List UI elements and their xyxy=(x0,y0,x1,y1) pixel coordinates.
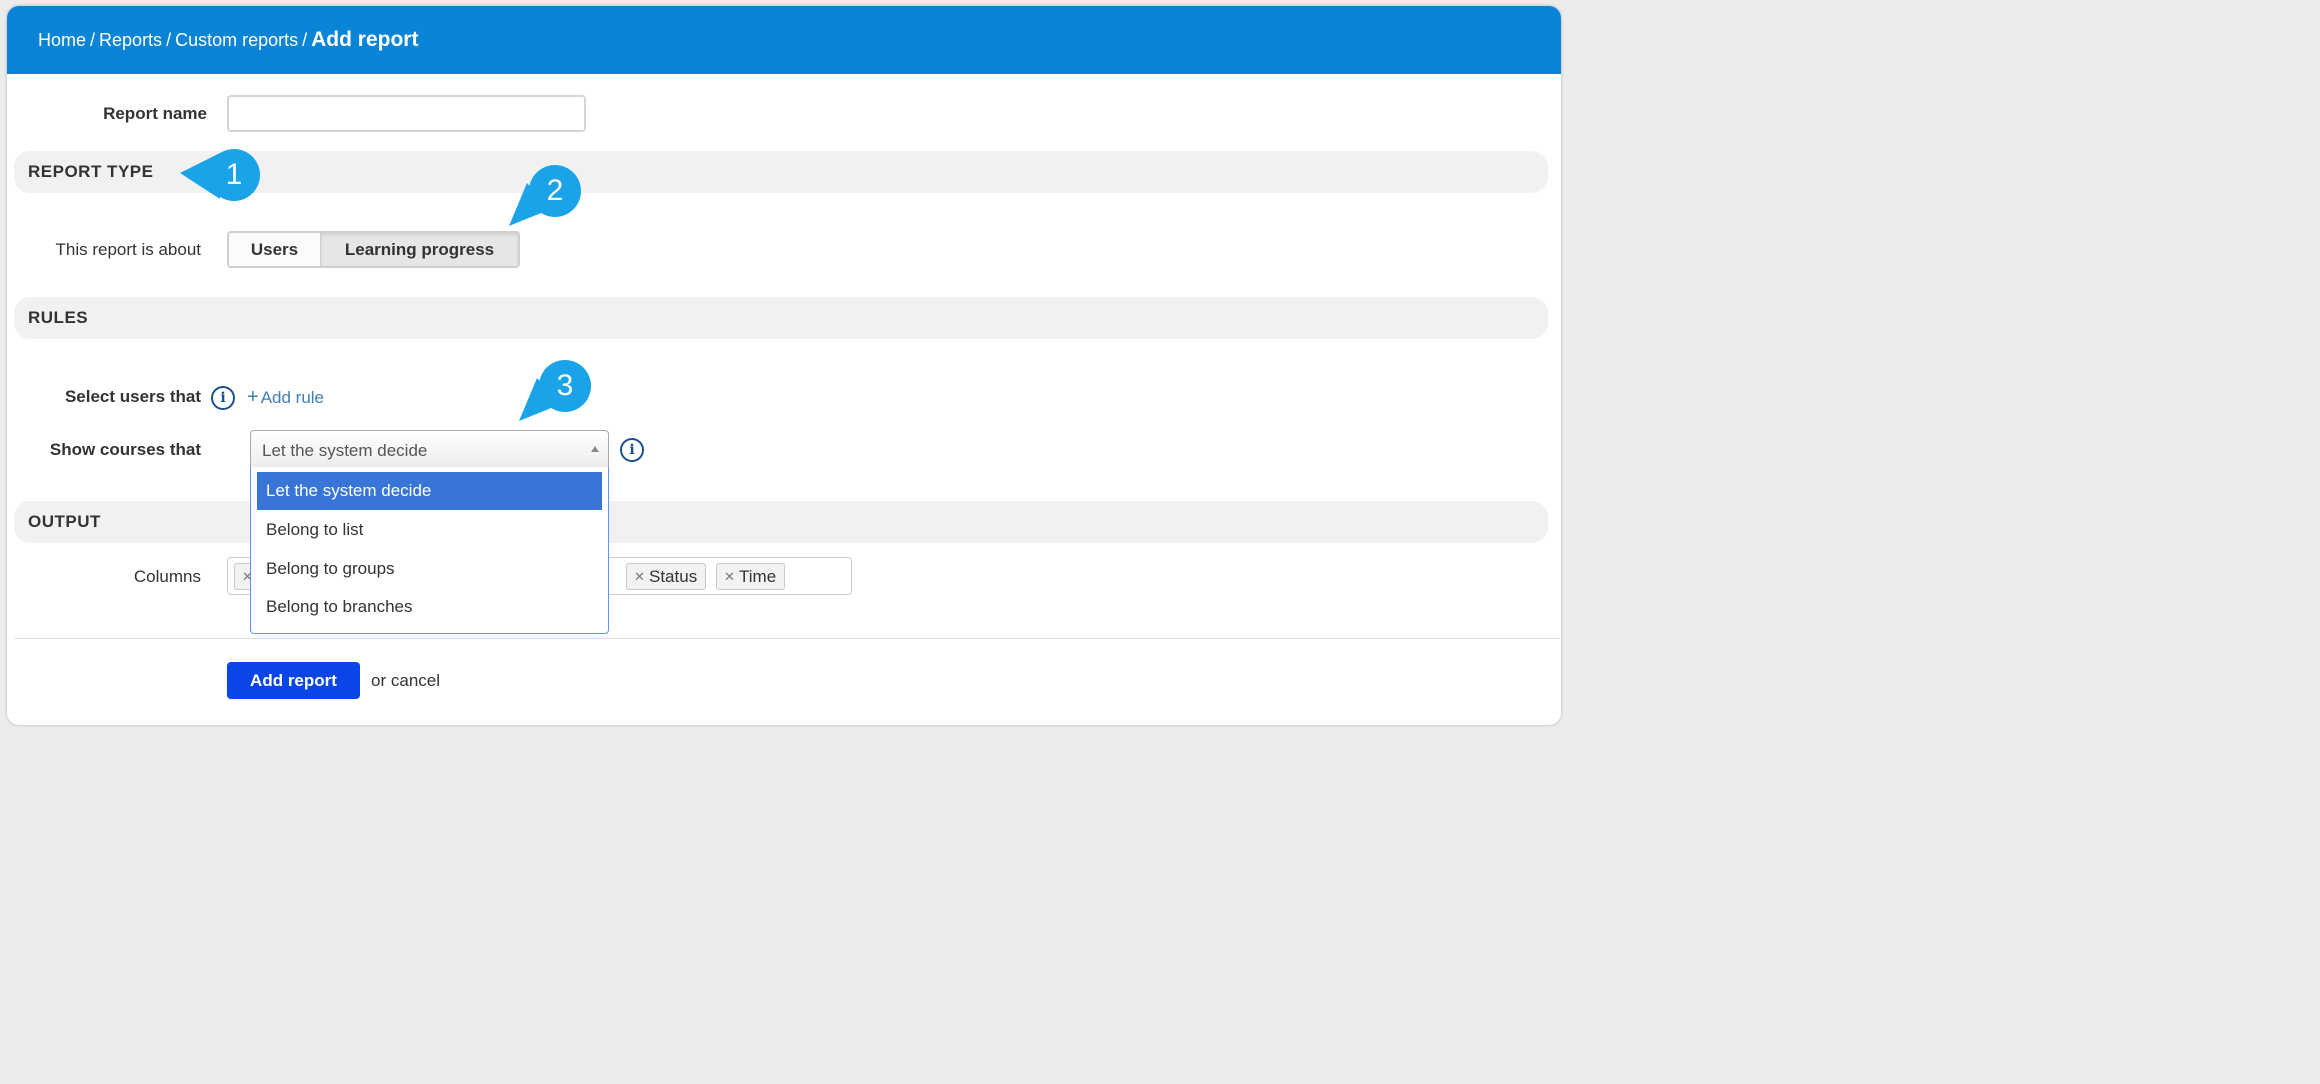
column-tag-time: ✕ Time xyxy=(716,563,786,590)
add-report-panel: Home / Reports / Custom reports / Add report R… xyxy=(7,6,1561,725)
toggle-option-learning-progress[interactable]: Learning progress xyxy=(321,233,518,266)
add-report-button[interactable]: Add report xyxy=(227,662,360,699)
add-rule-link[interactable]: + Add rule xyxy=(247,386,324,409)
section-title-rules: RULES xyxy=(28,308,89,327)
columns-label: Columns xyxy=(133,567,201,586)
callout-3-badge: 3 xyxy=(539,360,591,412)
show-courses-dropdown: Let the system decide Belong to list Bel… xyxy=(250,467,609,634)
callout-1-badge: 1 xyxy=(208,149,260,201)
divider xyxy=(14,638,1560,639)
remove-tag-icon[interactable]: ✕ xyxy=(634,564,645,589)
dropdown-option-belong-to-list[interactable]: Belong to list xyxy=(257,511,602,549)
cancel-area: or cancel xyxy=(371,671,440,690)
dropdown-option-let-system-decide[interactable]: Let the system decide xyxy=(257,472,602,510)
info-icon[interactable]: i xyxy=(620,438,644,462)
section-title-output: OUTPUT xyxy=(28,512,101,531)
plus-icon: + xyxy=(247,386,259,408)
dropdown-option-belong-to-branches[interactable]: Belong to branches xyxy=(257,588,602,626)
callout-2-badge: 2 xyxy=(529,165,581,217)
page-title: Add report xyxy=(311,28,419,51)
section-title-report-type: REPORT TYPE xyxy=(28,162,154,181)
cancel-link[interactable]: cancel xyxy=(391,671,440,690)
column-tag-status: ✕ Status xyxy=(626,563,707,590)
show-courses-label: Show courses that xyxy=(49,440,201,459)
about-label: This report is about xyxy=(55,240,201,259)
breadcrumb-reports[interactable]: Reports xyxy=(99,30,162,50)
page-header: Home / Reports / Custom reports / Add report xyxy=(7,6,1561,74)
rules-section: RULES xyxy=(14,297,1548,339)
breadcrumb-home[interactable]: Home xyxy=(38,30,86,50)
about-toggle: Users Learning progress xyxy=(227,231,520,268)
info-icon[interactable]: i xyxy=(211,386,235,410)
caret-up-icon xyxy=(591,446,599,452)
breadcrumb: Home / Reports / Custom reports / Add report xyxy=(38,28,419,51)
report-name-label: Report name xyxy=(103,104,207,123)
toggle-option-users[interactable]: Users xyxy=(229,233,321,266)
show-courses-select[interactable]: Let the system decide xyxy=(250,430,609,468)
dropdown-option-belong-to-groups[interactable]: Belong to groups xyxy=(257,550,602,588)
remove-tag-icon[interactable]: ✕ xyxy=(724,564,735,589)
breadcrumb-custom-reports[interactable]: Custom reports xyxy=(175,30,298,50)
report-name-input[interactable] xyxy=(227,95,586,132)
select-users-label: Select users that xyxy=(64,387,201,406)
show-courses-selected-value: Let the system decide xyxy=(262,441,428,460)
output-section: OUTPUT xyxy=(14,501,1548,543)
